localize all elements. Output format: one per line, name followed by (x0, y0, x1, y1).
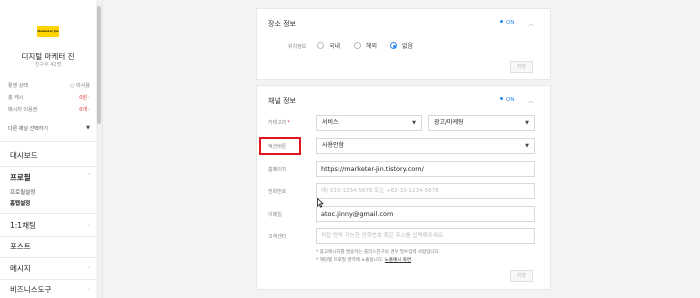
radio-overseas[interactable]: 해외 (354, 41, 377, 50)
divider (0, 213, 96, 214)
category-label: 카테고리* (268, 120, 290, 126)
status-dot-icon (500, 20, 503, 23)
customer-center-label: 고객센터 (268, 234, 287, 240)
note-exposure: * 해당탭 프로필 영역에 노출됩니다. 노출예시 화면 (316, 258, 412, 263)
phone-input[interactable]: 예) 010-1234-5678 또는 +82-10-1234-5678 (316, 183, 535, 199)
channel-select-label: 다른 채널 선택하기 (8, 126, 48, 132)
note-required: * 광고메시지를 발송하는 플러스친구의 경우 필수입력 사항입니다. (316, 250, 441, 255)
nav-message[interactable]: 메시지 (10, 263, 31, 274)
nav-home-setting[interactable]: 홈탭설정 (10, 199, 30, 207)
stat-cash[interactable]: 총 캐시 0원› (8, 94, 90, 103)
stat-label: 활영 상태 (8, 83, 28, 89)
stat-value: 0개› (79, 107, 90, 113)
place-save-button[interactable]: 저장 (510, 61, 533, 73)
radio-circle-selected[interactable] (390, 42, 397, 49)
caret-down-icon: ▼ (412, 120, 416, 126)
mouse-cursor-icon (317, 198, 324, 208)
chevron-up-icon[interactable]: ︿ (528, 19, 534, 28)
stat-label: 총 캐시 (8, 95, 24, 101)
chevron-down-icon: ⌄ (87, 264, 92, 270)
category-select-primary[interactable]: 서비스 ▼ (316, 115, 422, 131)
divider (0, 141, 96, 142)
divider (0, 257, 96, 258)
chevron-right-icon: › (88, 107, 90, 113)
radio-domestic[interactable]: 국내 (317, 41, 340, 50)
nav-chat[interactable]: 1:1채팅 (10, 220, 36, 231)
sidebar-scrollbar[interactable] (96, 0, 102, 298)
stat-message-ticket[interactable]: 메시지 이용권 0개› (8, 106, 90, 115)
caret-down-icon: ▼ (525, 143, 529, 149)
chevron-down-icon: ⌄ (87, 286, 92, 292)
chevron-up-icon[interactable]: ︿ (528, 96, 534, 105)
radio-circle[interactable] (354, 42, 361, 49)
stat-status: 활영 상태 ○ 미사용 (8, 82, 90, 91)
action-button-select[interactable]: 사용안함 ▼ (316, 138, 535, 154)
channel-save-button[interactable]: 저장 (510, 270, 533, 282)
exposure-example-link[interactable]: 노출예시 화면 (385, 258, 411, 263)
stat-label: 메시지 이용권 (8, 107, 38, 113)
channel-logo-text: Marketer Jin (37, 29, 59, 33)
caret-down-icon: ▼ (525, 120, 529, 126)
place-info-title: 장소 정보 (268, 20, 296, 28)
nav-dashboard[interactable]: 대시보드 (10, 150, 38, 161)
channel-info-title: 채널 정보 (268, 97, 296, 105)
nav-profile[interactable]: 프로필 (10, 172, 31, 183)
status-dot-icon (500, 97, 503, 100)
divider (0, 166, 96, 167)
stat-value: 0원› (79, 95, 90, 101)
place-info-status[interactable]: ON (500, 20, 514, 26)
channel-select-dropdown[interactable]: 다른 채널 선택하기 ▼ (8, 125, 90, 137)
nav-business-tools[interactable]: 비즈니스도구 (10, 284, 51, 295)
friend-count: 친구수 42명 (34, 62, 62, 68)
location-label: 위치정보 (288, 44, 307, 50)
channel-logo: Marketer Jin (37, 26, 59, 37)
divider (0, 236, 96, 237)
chevron-up-icon: ⌃ (87, 173, 92, 179)
chevron-right-icon: › (88, 95, 90, 101)
email-input[interactable]: atoc.jinny@gmail.com (316, 206, 535, 222)
sidebar: Marketer Jin 디지털 마케터 진 친구수 42명 활영 상태 ○ 미… (0, 0, 103, 298)
email-label: 이메일 (268, 212, 282, 218)
nav-post[interactable]: 포스트 (10, 241, 31, 252)
stat-value: ○ 미사용 (70, 83, 90, 89)
customer-center-input[interactable]: 직접 연락 가능한 전화번호 혹은 주소를 입력해주세요. (316, 228, 535, 244)
homepage-label: 홈페이지 (268, 167, 287, 173)
channel-info-status[interactable]: ON (500, 97, 514, 103)
caret-down-icon: ▼ (86, 125, 90, 131)
category-select-secondary[interactable]: 광고/마케팅 ▼ (428, 115, 535, 131)
scrollbar-thumb[interactable] (97, 6, 101, 124)
radio-circle[interactable] (317, 42, 324, 49)
divider (0, 279, 96, 280)
chevron-down-icon: ⌄ (87, 222, 92, 228)
nav-profile-setting[interactable]: 프로필설정 (10, 188, 35, 196)
radio-none[interactable]: 없음 (390, 41, 413, 50)
phone-label: 전화번호 (268, 189, 287, 195)
homepage-input[interactable]: https://marketer-jin.tistory.com/ (316, 161, 535, 177)
highlight-box (259, 137, 301, 155)
